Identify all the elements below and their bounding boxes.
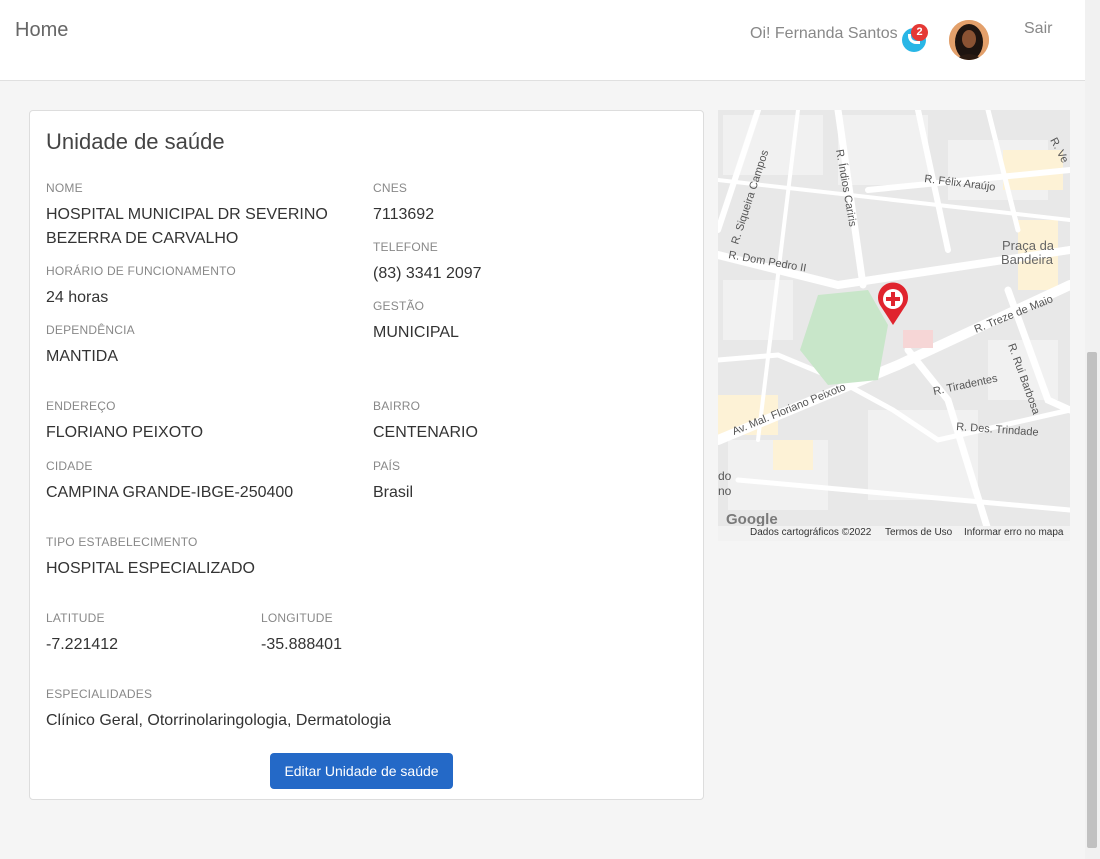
field-label: GESTÃO bbox=[373, 299, 425, 313]
field-cidade: CIDADE CAMPINA GRANDE-IBGE-250400 bbox=[46, 459, 346, 505]
avatar[interactable] bbox=[949, 20, 989, 60]
place-label: Praça da bbox=[1002, 238, 1055, 253]
edit-health-unit-button[interactable]: Editar Unidade de saúde bbox=[270, 753, 453, 789]
field-value: 24 horas bbox=[46, 289, 109, 306]
field-value: (83) 3341 2097 bbox=[373, 265, 482, 282]
map-terms-link[interactable]: Termos de Uso bbox=[885, 527, 952, 538]
field-cnes: CNES 7113692 bbox=[373, 181, 673, 227]
map-canvas[interactable]: R. Siqueira Campos R. Índios Cariris R. … bbox=[718, 110, 1070, 526]
field-label: LATITUDE bbox=[46, 611, 105, 625]
field-label: PAÍS bbox=[373, 459, 401, 473]
field-value: Brasil bbox=[373, 484, 414, 501]
field-label: ESPECIALIDADES bbox=[46, 687, 153, 701]
notification-badge: 2 bbox=[911, 24, 928, 41]
user-greeting: Oi! Fernanda Santos bbox=[750, 25, 898, 42]
field-value: CAMPINA GRANDE-IBGE-250400 bbox=[46, 484, 294, 501]
home-link[interactable]: Home bbox=[15, 19, 68, 42]
field-value: FLORIANO PEIXOTO bbox=[46, 424, 204, 441]
field-label: ENDEREÇO bbox=[46, 399, 116, 413]
map-data-credit: Dados cartográficos ©2022 bbox=[750, 527, 872, 538]
field-value: HOSPITAL MUNICIPAL DR SEVERINO BEZERRA D… bbox=[46, 206, 328, 247]
field-label: HORÁRIO DE FUNCIONAMENTO bbox=[46, 264, 236, 278]
field-nome: NOME HOSPITAL MUNICIPAL DR SEVERINO BEZE… bbox=[46, 181, 346, 251]
user-photo-icon bbox=[949, 20, 989, 60]
field-horario: HORÁRIO DE FUNCIONAMENTO 24 horas bbox=[46, 264, 346, 310]
field-label: CNES bbox=[373, 181, 408, 195]
field-pais: PAÍS Brasil bbox=[373, 459, 673, 505]
street-label: no bbox=[718, 484, 732, 498]
field-label: BAIRRO bbox=[373, 399, 421, 413]
field-endereco: ENDEREÇO FLORIANO PEIXOTO bbox=[46, 399, 346, 445]
field-value: CENTENARIO bbox=[373, 424, 478, 441]
field-label: TELEFONE bbox=[373, 240, 438, 254]
logout-link[interactable]: Sair bbox=[1024, 20, 1052, 38]
field-bairro: BAIRRO CENTENARIO bbox=[373, 399, 673, 445]
field-value: -7.221412 bbox=[46, 636, 119, 653]
field-label: LONGITUDE bbox=[261, 611, 333, 625]
scrollbar-thumb[interactable] bbox=[1087, 352, 1097, 848]
field-label: CIDADE bbox=[46, 459, 93, 473]
health-unit-card: Unidade de saúde NOME HOSPITAL MUNICIPAL… bbox=[29, 110, 704, 800]
field-latitude: LATITUDE -7.221412 bbox=[46, 611, 246, 657]
place-label: Bandeira bbox=[1001, 252, 1054, 267]
field-label: TIPO ESTABELECIMENTO bbox=[46, 535, 198, 549]
page-scrollbar[interactable] bbox=[1085, 0, 1100, 859]
street-label: do bbox=[718, 469, 732, 483]
field-value: MANTIDA bbox=[46, 348, 118, 365]
field-especialidades: ESPECIALIDADES Clínico Geral, Otorrinola… bbox=[46, 687, 686, 733]
field-tipo: TIPO ESTABELECIMENTO HOSPITAL ESPECIALIZ… bbox=[46, 535, 446, 581]
map-footer: Dados cartográficos ©2022 Termos de Uso … bbox=[718, 526, 1070, 541]
field-label: NOME bbox=[46, 181, 83, 195]
field-value: HOSPITAL ESPECIALIZADO bbox=[46, 560, 255, 577]
page-title: Unidade de saúde bbox=[46, 129, 225, 154]
field-telefone: TELEFONE (83) 3341 2097 bbox=[373, 240, 673, 286]
field-value: -35.888401 bbox=[261, 636, 342, 653]
field-dependencia: DEPENDÊNCIA MANTIDA bbox=[46, 323, 346, 369]
field-value: Clínico Geral, Otorrinolaringologia, Der… bbox=[46, 712, 392, 729]
notifications-button[interactable]: 2 bbox=[902, 24, 930, 52]
field-label: DEPENDÊNCIA bbox=[46, 323, 135, 337]
field-value: 7113692 bbox=[373, 206, 435, 223]
map-report-link[interactable]: Informar erro no mapa bbox=[964, 527, 1064, 538]
google-logo: Google bbox=[726, 511, 778, 526]
field-gestao: GESTÃO MUNICIPAL bbox=[373, 299, 673, 345]
field-value: MUNICIPAL bbox=[373, 324, 459, 341]
field-longitude: LONGITUDE -35.888401 bbox=[261, 611, 461, 657]
location-map[interactable]: R. Siqueira Campos R. Índios Cariris R. … bbox=[718, 110, 1070, 541]
top-navbar: Home Oi! Fernanda Santos 2 Sair bbox=[0, 0, 1085, 81]
